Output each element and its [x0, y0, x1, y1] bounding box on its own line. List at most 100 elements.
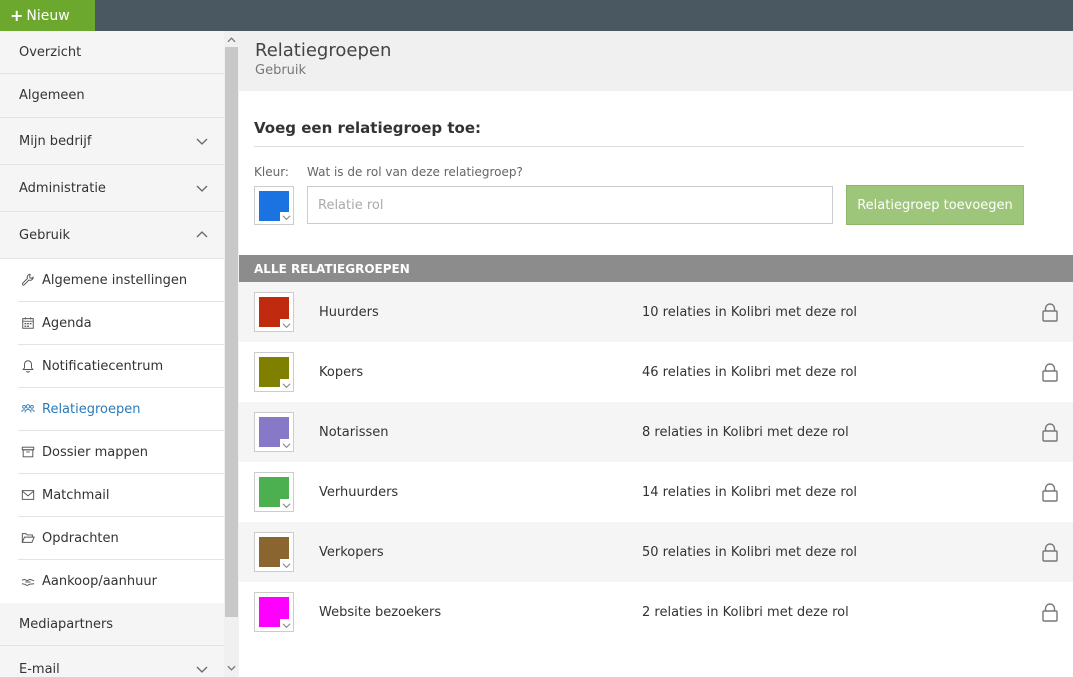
sidebar-item-algemeen[interactable]: Algemeen [0, 74, 224, 118]
add-group-section: Voeg een relatiegroep toe: Kleur: Wat is… [239, 91, 1073, 255]
lock-icon[interactable] [1041, 483, 1059, 502]
group-row: Verhuurders 14 relaties in Kolibri met de… [239, 462, 1073, 522]
scroll-down-arrow-icon[interactable] [224, 661, 239, 675]
chevron-down-icon [280, 559, 293, 571]
sidebar-item-label: Dossier mappen [42, 444, 148, 460]
sidebar-item-label: Mediapartners [19, 616, 114, 632]
group-count: 50 relaties in Kolibri met deze rol [642, 544, 858, 560]
sidebar-item-label: Opdrachten [42, 530, 119, 546]
sidebar-item-matchmail[interactable]: Matchmail [18, 474, 224, 517]
sidebar-item-label: Matchmail [42, 487, 110, 503]
sidebar-item-administratie[interactable]: Administratie [0, 165, 224, 212]
sidebar-item-e-mail[interactable]: E-mail [0, 646, 224, 677]
chevron-down-icon [280, 319, 293, 331]
handshake-icon [20, 574, 36, 590]
users-icon [20, 401, 36, 417]
chevron-down-icon [194, 180, 210, 196]
chevron-down-icon [280, 439, 293, 451]
group-color-picker[interactable] [254, 352, 294, 392]
sidebar-item-gebruik[interactable]: Gebruik [0, 212, 224, 259]
chevron-down-icon [280, 379, 293, 391]
group-count: 46 relaties in Kolibri met deze rol [642, 364, 858, 380]
sidebar-item-label: Agenda [42, 315, 92, 331]
lock-icon[interactable] [1041, 423, 1059, 442]
group-name: Notarissen [319, 424, 389, 440]
bell-icon [20, 358, 36, 374]
role-input[interactable] [307, 186, 833, 224]
add-group-title: Voeg een relatiegroep toe: [254, 119, 1024, 147]
add-group-button[interactable]: Relatiegroep toevoegen [846, 185, 1024, 225]
sidebar-item-label: Relatiegroepen [42, 401, 141, 417]
role-label: Wat is de rol van deze relatiegroep? [307, 165, 523, 179]
group-name: Verhuurders [319, 484, 399, 500]
group-color-picker[interactable] [254, 592, 294, 632]
page-header: Relatiegroepen Gebruik [239, 31, 1073, 91]
new-button-label: Nieuw [26, 7, 70, 24]
sidebar-item-dossier-mappen[interactable]: Dossier mappen [18, 431, 224, 474]
sidebar-item-label: Aankoop/aanhuur [42, 574, 157, 589]
sidebar-item-overzicht[interactable]: Overzicht [0, 31, 224, 74]
group-name: Website bezoekers [319, 604, 442, 620]
color-picker[interactable] [254, 185, 294, 225]
sidebar-item-algemene-instellingen[interactable]: Algemene instellingen [18, 259, 224, 302]
group-list: Huurders 10 relaties in Kolibri met deze … [239, 282, 1073, 642]
wrench-icon [20, 272, 36, 288]
group-row: Website bezoekers 2 relaties in Kolibri m… [239, 582, 1073, 642]
lock-icon[interactable] [1041, 303, 1059, 322]
sidebar-item-label: E-mail [19, 661, 60, 677]
lock-icon[interactable] [1041, 543, 1059, 562]
sidebar-submenu-gebruik: Algemene instellingen Agenda Notificatie… [0, 259, 224, 603]
sidebar-item-mediapartners[interactable]: Mediapartners [0, 603, 224, 646]
chevron-up-icon [194, 227, 210, 243]
sidebar-item-label: Notificatiecentrum [42, 358, 164, 374]
group-count: 10 relaties in Kolibri met deze rol [642, 304, 858, 320]
sidebar-item-label: Overzicht [19, 44, 82, 60]
folder-open-icon [20, 530, 36, 546]
sidebar-item-label: Administratie [19, 180, 106, 196]
sidebar-item-label: Gebruik [19, 227, 71, 243]
sidebar-scrollbar[interactable] [224, 31, 239, 677]
sidebar-item-label: Algemeen [19, 88, 85, 103]
group-name: Kopers [319, 364, 364, 380]
group-color-picker[interactable] [254, 472, 294, 512]
scrollbar-thumb[interactable] [225, 47, 238, 617]
group-name: Verkopers [319, 544, 384, 560]
lock-icon[interactable] [1041, 603, 1059, 622]
sidebar-item-label: Algemene instellingen [42, 272, 188, 288]
sidebar-item-aankoop-aanhuur[interactable]: Aankoop/aanhuur [18, 560, 224, 603]
archive-icon [20, 444, 36, 460]
top-bar: + Nieuw [0, 0, 1073, 31]
plus-icon: + [10, 6, 24, 25]
group-name: Huurders [319, 304, 379, 320]
group-row: Verkopers 50 relaties in Kolibri met deze… [239, 522, 1073, 582]
chevron-down-icon [280, 211, 293, 224]
chevron-down-icon [280, 499, 293, 511]
group-row: Kopers 46 relaties in Kolibri met deze ro… [239, 342, 1073, 402]
group-color-picker[interactable] [254, 292, 294, 332]
group-color-picker[interactable] [254, 532, 294, 572]
group-color-picker[interactable] [254, 412, 294, 452]
sidebar-item-mijn-bedrijf[interactable]: Mijn bedrijf [0, 118, 224, 165]
page-title: Relatiegroepen [255, 40, 392, 61]
chevron-down-icon [194, 133, 210, 149]
group-count: 2 relaties in Kolibri met deze rol [642, 604, 849, 620]
sidebar-item-notificatiecentrum[interactable]: Notificatiecentrum [18, 345, 224, 388]
calendar-icon [20, 315, 36, 331]
color-label: Kleur: [254, 165, 289, 179]
envelope-icon [20, 487, 36, 503]
new-button[interactable]: + Nieuw [0, 0, 95, 31]
group-count: 8 relaties in Kolibri met deze rol [642, 424, 849, 440]
sidebar-item-agenda[interactable]: Agenda [18, 302, 224, 345]
group-row: Huurders 10 relaties in Kolibri met deze … [239, 282, 1073, 342]
lock-icon[interactable] [1041, 363, 1059, 382]
groups-header: ALLE RELATIEGROEPEN [239, 255, 1073, 282]
sidebar: Overzicht Algemeen Mijn bedrijf Administ… [0, 31, 224, 677]
group-row: Notarissen 8 relaties in Kolibri met deze… [239, 402, 1073, 462]
scroll-up-arrow-icon[interactable] [224, 33, 239, 47]
chevron-down-icon [280, 619, 293, 631]
chevron-down-icon [194, 661, 210, 677]
sidebar-item-opdrachten[interactable]: Opdrachten [18, 517, 224, 560]
sidebar-item-label: Mijn bedrijf [19, 133, 92, 149]
sidebar-item-relatiegroepen[interactable]: Relatiegroepen [18, 388, 224, 431]
page-subtitle: Gebruik [255, 63, 307, 78]
